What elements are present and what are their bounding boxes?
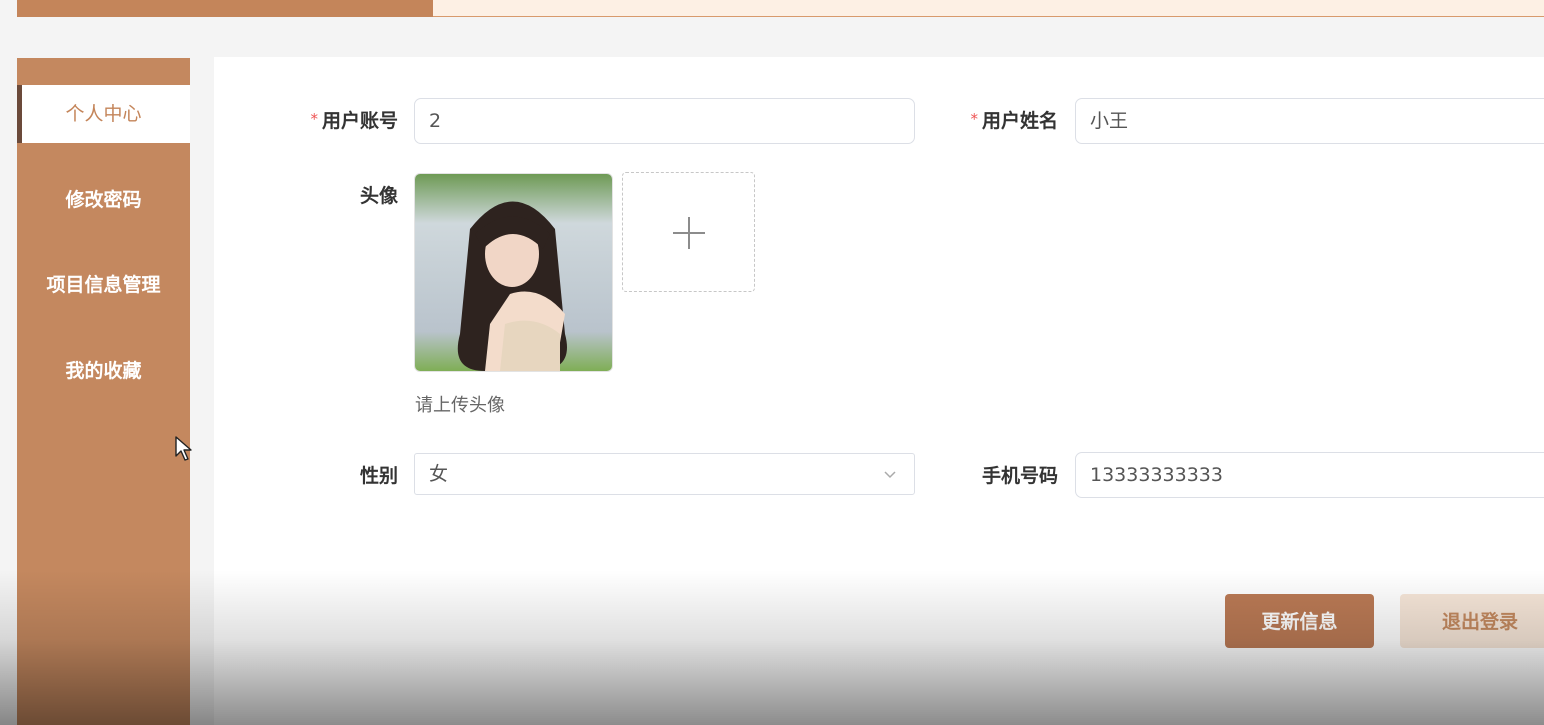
avatar-label-text: 头像	[359, 185, 398, 207]
avatar-image[interactable]	[414, 173, 613, 372]
name-label: * 用户姓名	[918, 106, 1058, 133]
name-input[interactable]: 小王	[1075, 98, 1544, 144]
gender-select[interactable]: 女	[414, 453, 915, 495]
gender-select-value: 女	[429, 463, 449, 485]
sidebar-item-profile[interactable]: 个人中心	[17, 85, 190, 143]
avatar-label: 头像	[258, 181, 398, 208]
phone-input[interactable]: 13333333333	[1075, 452, 1544, 498]
sidebar: 个人中心 修改密码 项目信息管理 我的收藏	[17, 58, 190, 725]
name-label-text: 用户姓名	[981, 110, 1058, 132]
sidebar-item-favorites[interactable]: 我的收藏	[17, 342, 190, 400]
phone-label: 手机号码	[918, 461, 1058, 488]
account-label-text: 用户账号	[321, 110, 398, 132]
plus-icon	[673, 217, 705, 249]
update-info-button[interactable]: 更新信息	[1225, 594, 1374, 648]
gender-label-text: 性别	[359, 465, 398, 487]
chevron-down-icon	[884, 471, 896, 479]
sidebar-item-change-password[interactable]: 修改密码	[17, 171, 190, 229]
phone-label-text: 手机号码	[981, 465, 1058, 487]
profile-form-panel: * 用户账号 2 * 用户姓名 小王 头像 请上传头像 性别 女 手机号码 13…	[214, 57, 1544, 725]
avatar-upload-button[interactable]	[622, 172, 755, 292]
account-input[interactable]: 2	[414, 98, 915, 144]
account-label: * 用户账号	[258, 106, 398, 133]
avatar-photo	[415, 174, 612, 371]
required-mark: *	[970, 110, 978, 128]
top-bar	[0, 0, 1544, 18]
logout-button[interactable]: 退出登录	[1400, 594, 1544, 648]
required-mark: *	[310, 110, 318, 128]
sidebar-item-project-management[interactable]: 项目信息管理	[17, 256, 190, 314]
top-bar-strip	[433, 0, 1544, 17]
mouse-cursor-icon	[175, 436, 192, 461]
avatar-upload-hint: 请上传头像	[415, 395, 505, 416]
gender-label: 性别	[258, 461, 398, 488]
top-bar-accent	[17, 0, 433, 17]
